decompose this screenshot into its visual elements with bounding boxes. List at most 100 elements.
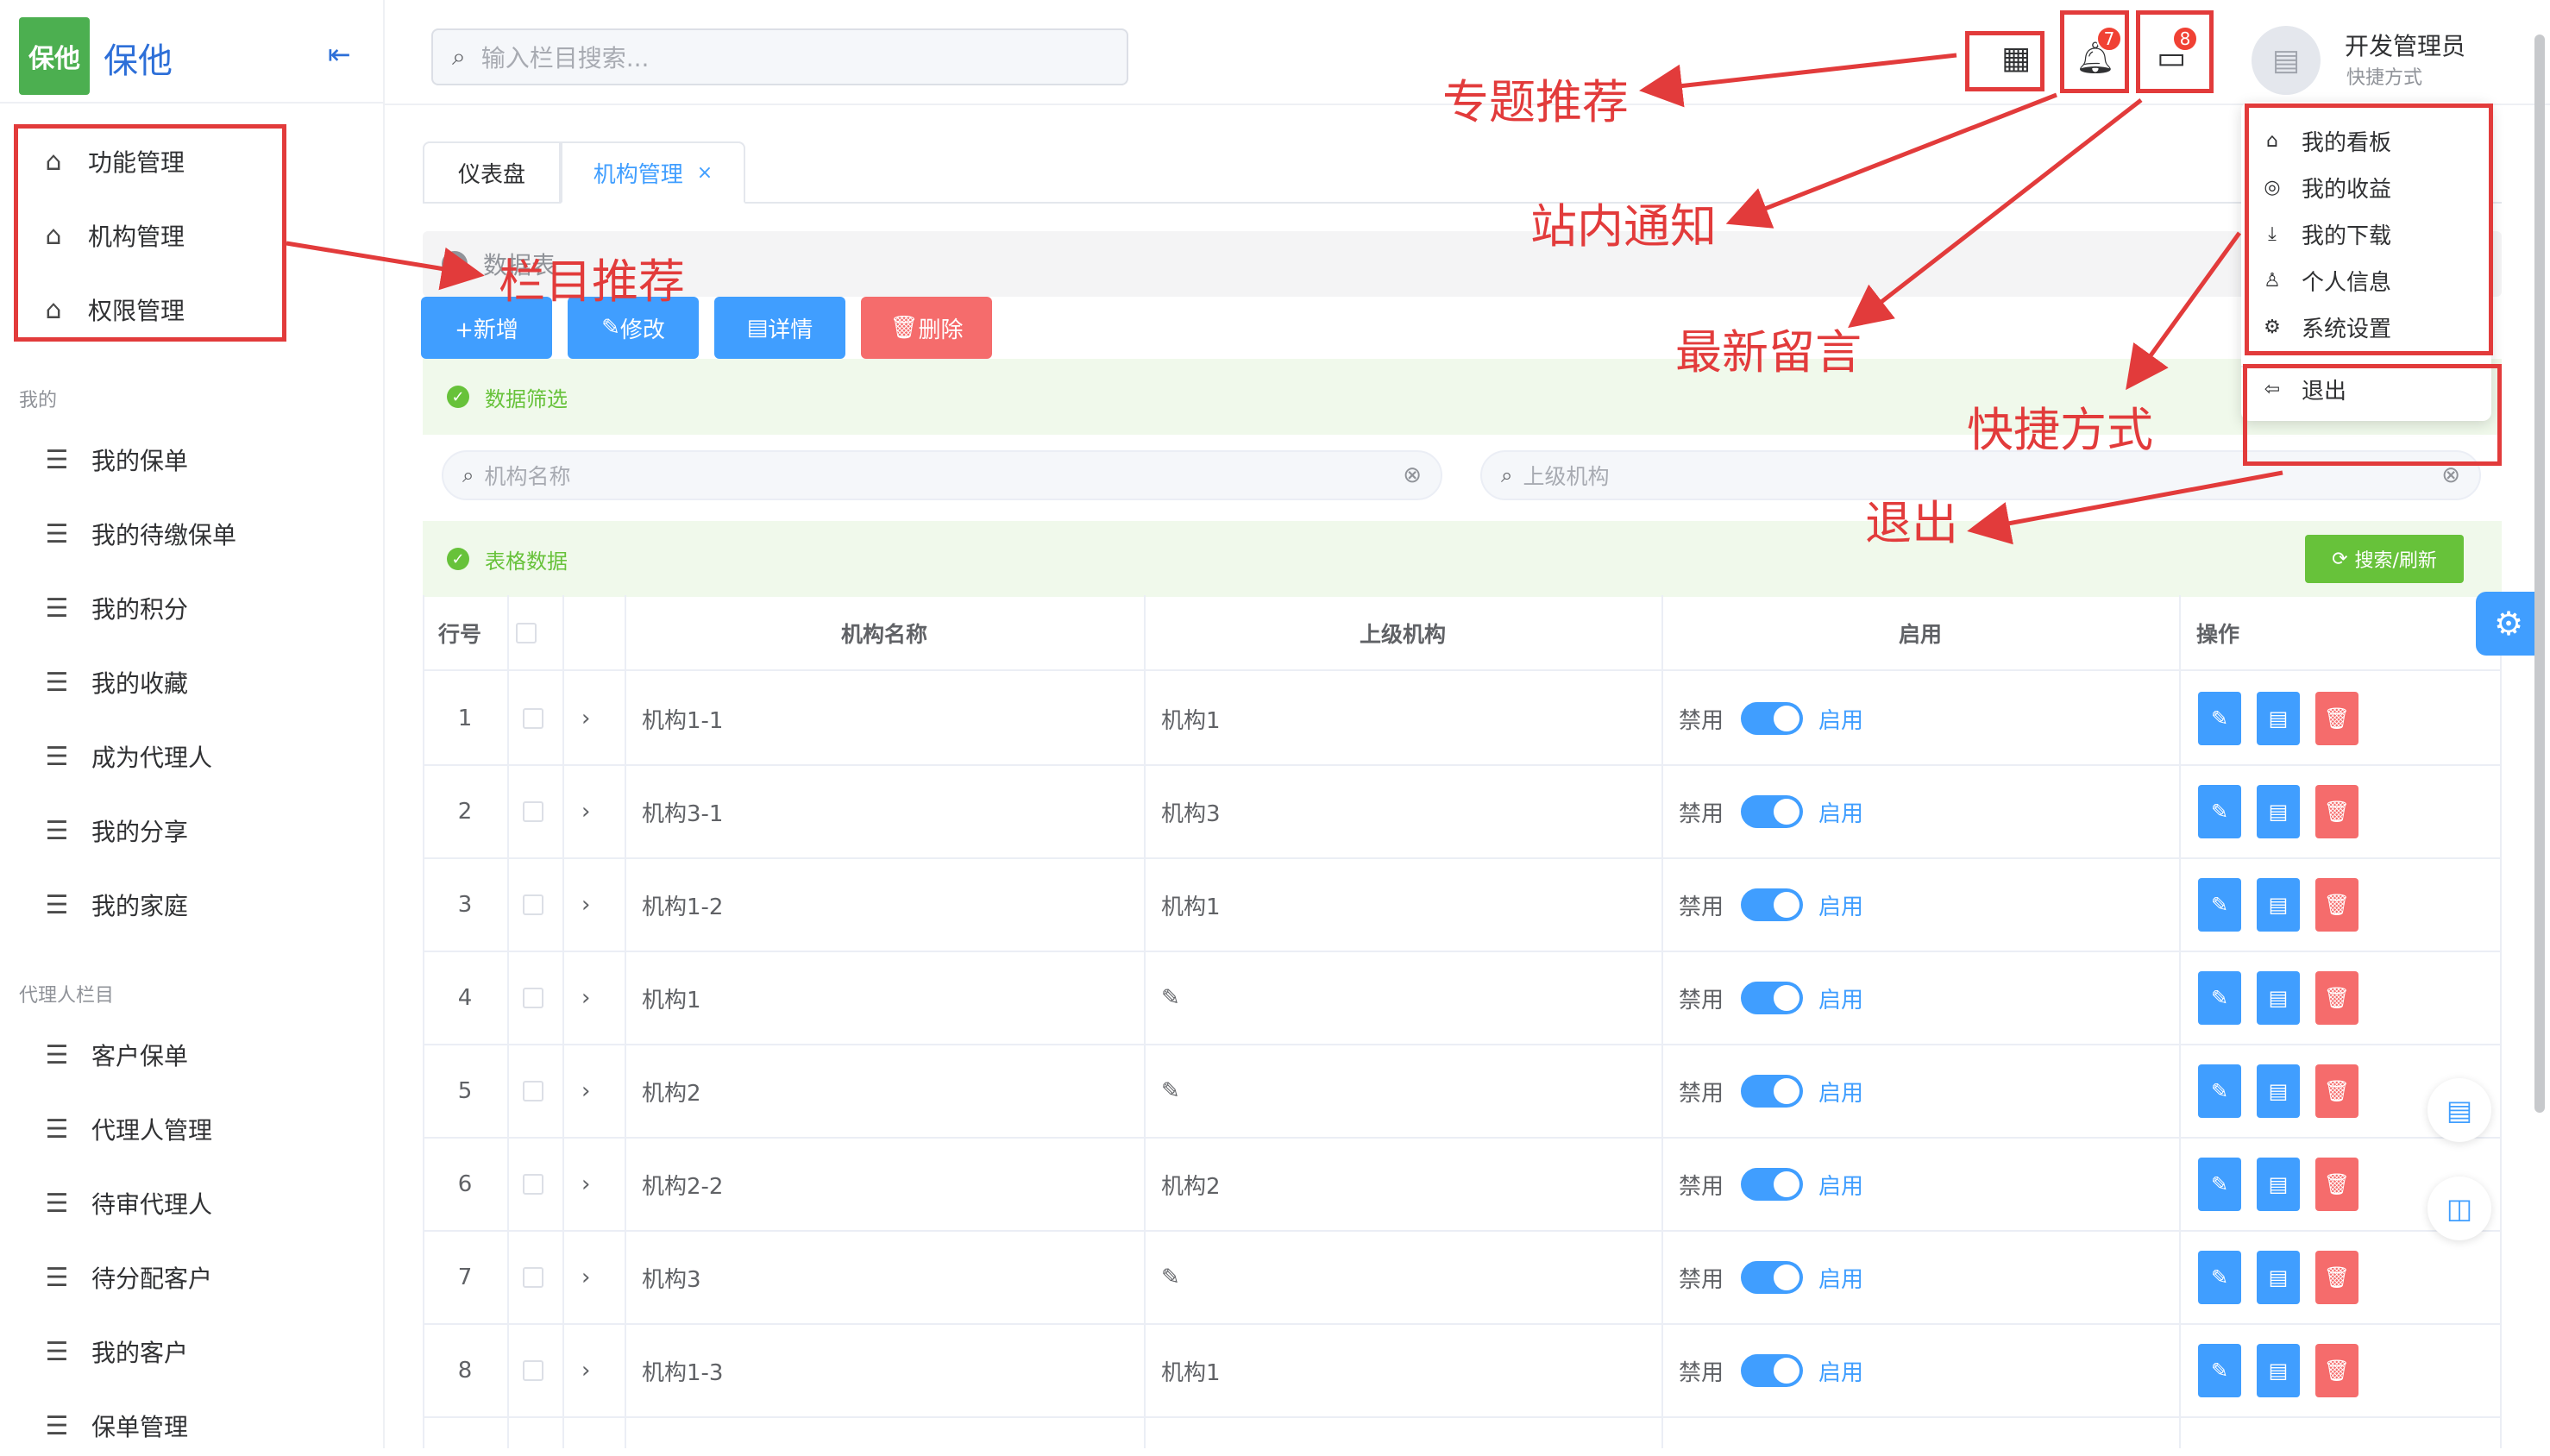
enable-switch[interactable]: [1741, 1075, 1804, 1108]
checkbox[interactable]: [523, 1081, 543, 1101]
row-detail-button[interactable]: ▤: [2257, 1158, 2300, 1211]
table-row[interactable]: 5 › 机构2 ✎ 禁用 启用 ✎ ▤ 🗑︎: [423, 1045, 2502, 1139]
expand-chevron-icon[interactable]: ›: [581, 1232, 590, 1323]
table-row[interactable]: 7 › 机构3 ✎ 禁用 启用 ✎ ▤ 🗑︎: [423, 1232, 2502, 1325]
sidebar-item[interactable]: ☰ 我的客户: [0, 1321, 380, 1382]
row-edit-button[interactable]: ✎: [2198, 1158, 2241, 1211]
org-name-filter-input[interactable]: ⌕ 机构名称 ⊗: [442, 450, 1442, 500]
row-detail-button[interactable]: ▤: [2257, 785, 2300, 838]
checkbox[interactable]: [523, 1174, 543, 1195]
checkbox[interactable]: [523, 1360, 543, 1381]
tab-org-mgmt[interactable]: 机构管理 ×: [561, 141, 745, 204]
expand-chevron-icon[interactable]: ›: [581, 952, 590, 1044]
table-row[interactable]: 4 › 机构1 ✎ 禁用 启用 ✎ ▤ 🗑︎: [423, 952, 2502, 1045]
checkbox[interactable]: [523, 988, 543, 1008]
row-checkbox[interactable]: [523, 1325, 543, 1416]
sidebar-item[interactable]: ☰ 我的待缴保单: [0, 504, 380, 564]
org-name-cell: 机构1-3: [642, 1359, 724, 1386]
checkbox[interactable]: [523, 708, 543, 729]
expand-chevron-icon[interactable]: ›: [581, 1139, 590, 1230]
detail-button[interactable]: ▤ 详情: [714, 297, 845, 359]
enable-switch[interactable]: [1741, 888, 1804, 921]
row-checkbox[interactable]: [523, 1139, 543, 1230]
row-detail-button[interactable]: ▤: [2257, 1251, 2300, 1304]
table-row[interactable]: 1 › 机构1-1 机构1 禁用 启用 ✎ ▤ 🗑︎: [423, 673, 2502, 766]
checkbox[interactable]: [523, 1267, 543, 1288]
checkbox[interactable]: [523, 894, 543, 915]
user-name[interactable]: 开发管理员: [2345, 28, 2465, 62]
enable-switch[interactable]: [1741, 982, 1804, 1014]
row-delete-button[interactable]: 🗑︎: [2315, 692, 2358, 745]
sidebar-item[interactable]: ☰ 我的家庭: [0, 875, 380, 935]
row-checkbox[interactable]: [523, 1232, 543, 1323]
delete-button[interactable]: 🗑︎ 删除: [861, 297, 992, 359]
sidebar-item[interactable]: ☰ 保单管理: [0, 1396, 380, 1456]
settings-gear-icon[interactable]: ⚙: [2476, 592, 2541, 656]
header-select-all[interactable]: [516, 595, 537, 671]
sidebar-item[interactable]: ☰ 代理人管理: [0, 1099, 380, 1159]
expand-chevron-icon[interactable]: ›: [581, 766, 590, 857]
close-icon[interactable]: ×: [697, 162, 713, 184]
row-edit-button[interactable]: ✎: [2198, 878, 2241, 932]
collapse-sidebar-icon[interactable]: ⇤: [328, 38, 351, 71]
sidebar-item[interactable]: ☰ 客户保单: [0, 1025, 380, 1085]
enable-switch[interactable]: [1741, 1261, 1804, 1294]
row-detail-button[interactable]: ▤: [2257, 971, 2300, 1025]
enable-switch[interactable]: [1741, 1168, 1804, 1201]
row-edit-button[interactable]: ✎: [2198, 1251, 2241, 1304]
table-row[interactable]: 8 › 机构1-3 机构1 禁用 启用 ✎ ▤ 🗑︎: [423, 1325, 2502, 1418]
sidebar-item[interactable]: ☰ 待审代理人: [0, 1173, 380, 1233]
row-edit-button[interactable]: ✎: [2198, 785, 2241, 838]
expand-chevron-icon[interactable]: ›: [581, 859, 590, 951]
search-input[interactable]: ⌕ 输入栏目搜索...: [431, 28, 1128, 85]
sidebar-item[interactable]: ☰ 成为代理人: [0, 726, 380, 787]
sidebar-item[interactable]: ☰ 我的保单: [0, 430, 380, 490]
clear-icon[interactable]: ⊗: [2441, 462, 2460, 488]
row-delete-button[interactable]: 🗑︎: [2315, 878, 2358, 932]
expand-chevron-icon[interactable]: ›: [581, 673, 590, 764]
tab-dashboard[interactable]: 仪表盘: [423, 141, 561, 204]
avatar[interactable]: ▤: [2252, 26, 2321, 95]
expand-chevron-icon[interactable]: ›: [581, 1045, 590, 1137]
sidebar-item[interactable]: ☰ 我的收藏: [0, 652, 380, 712]
table-row[interactable]: 6 › 机构2-2 机构2 禁用 启用 ✎ ▤ 🗑︎: [423, 1139, 2502, 1232]
scrollbar[interactable]: [2534, 35, 2545, 1113]
enable-switch[interactable]: [1741, 1354, 1804, 1387]
parking-icon[interactable]: ◫: [2428, 1177, 2491, 1240]
row-delete-button[interactable]: 🗑︎: [2315, 1251, 2358, 1304]
expand-chevron-icon[interactable]: ›: [581, 1325, 590, 1416]
clear-icon[interactable]: ⊗: [1403, 462, 1422, 488]
row-checkbox[interactable]: [523, 766, 543, 857]
row-delete-button[interactable]: 🗑︎: [2315, 971, 2358, 1025]
sidebar-item[interactable]: ☰ 我的积分: [0, 578, 380, 638]
row-edit-button[interactable]: ✎: [2198, 692, 2241, 745]
row-edit-button[interactable]: ✎: [2198, 1344, 2241, 1397]
row-edit-button[interactable]: ✎: [2198, 971, 2241, 1025]
row-checkbox[interactable]: [523, 952, 543, 1044]
table-row[interactable]: 3 › 机构1-2 机构1 禁用 启用 ✎ ▤ 🗑︎: [423, 859, 2502, 952]
search-refresh-button[interactable]: ⟳ 搜索/刷新: [2305, 535, 2464, 583]
checkbox[interactable]: [516, 623, 537, 643]
row-checkbox[interactable]: [523, 1045, 543, 1137]
row-detail-button[interactable]: ▤: [2257, 1344, 2300, 1397]
enable-switch[interactable]: [1741, 702, 1804, 735]
row-detail-button[interactable]: ▤: [2257, 878, 2300, 932]
checkbox[interactable]: [523, 801, 543, 822]
sidebar-item[interactable]: ☰ 我的分享: [0, 800, 380, 861]
search-icon: ⌕: [462, 463, 474, 487]
row-checkbox[interactable]: [523, 859, 543, 951]
row-detail-button[interactable]: ▤: [2257, 1064, 2300, 1118]
row-delete-button[interactable]: 🗑︎: [2315, 785, 2358, 838]
row-edit-button[interactable]: ✎: [2198, 1064, 2241, 1118]
row-checkbox[interactable]: [523, 673, 543, 764]
document-list-icon[interactable]: ▤: [2428, 1078, 2491, 1142]
row-delete-button[interactable]: 🗑︎: [2315, 1064, 2358, 1118]
table-row[interactable]: 2 › 机构3-1 机构3 禁用 启用 ✎ ▤ 🗑︎: [423, 766, 2502, 859]
row-detail-button[interactable]: ▤: [2257, 692, 2300, 745]
row-delete-button[interactable]: 🗑︎: [2315, 1158, 2358, 1211]
switch-off-label: 禁用: [1679, 987, 1724, 1014]
enable-switch[interactable]: [1741, 795, 1804, 828]
row-delete-button[interactable]: 🗑︎: [2315, 1344, 2358, 1397]
sidebar-item[interactable]: ☰ 待分配客户: [0, 1247, 380, 1308]
table-row[interactable]: [423, 1418, 2502, 1448]
